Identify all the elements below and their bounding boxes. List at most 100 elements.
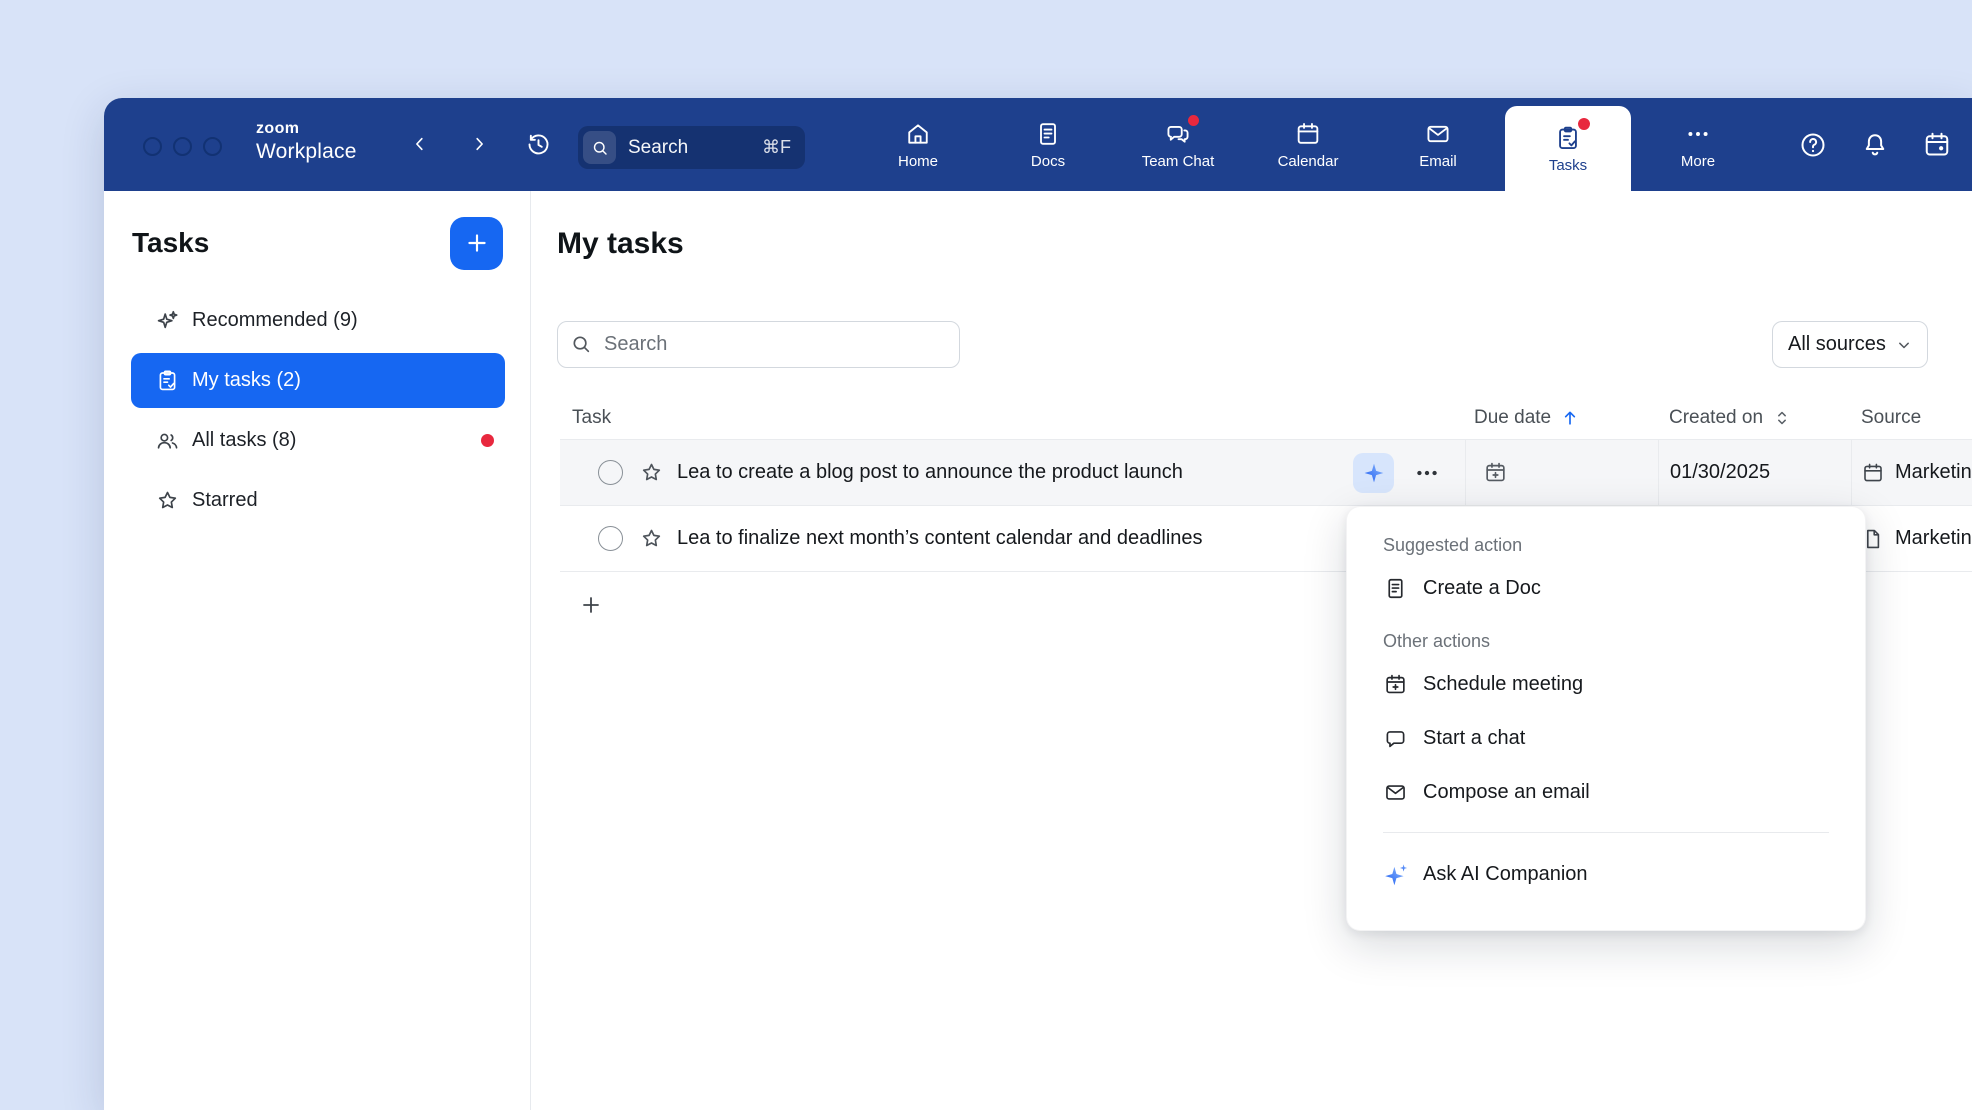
sidebar-item-my-tasks[interactable]: My tasks (2) — [131, 353, 505, 408]
docs-icon — [1034, 120, 1062, 148]
calendar-event-icon — [1922, 130, 1952, 160]
sidebar-item-all-tasks[interactable]: All tasks (8) — [131, 413, 505, 468]
new-task-button[interactable] — [450, 217, 503, 270]
menu-section-other: Other actions — [1347, 625, 1865, 657]
topbar: zoom Workplace Search ⌘F Home — [104, 98, 1972, 191]
sidebar-menu: Recommended (9) My tasks (2) All tasks (… — [131, 293, 505, 533]
forward-button[interactable] — [461, 126, 497, 162]
search-icon — [583, 131, 616, 164]
task-row[interactable]: Lea to create a blog post to announce th… — [560, 440, 1972, 506]
sparkles-icon — [155, 308, 180, 333]
clipboard-check-icon — [155, 368, 180, 393]
email-icon — [1424, 120, 1452, 148]
star-icon — [155, 488, 180, 513]
sidebar-title: Tasks — [132, 227, 209, 259]
workplace-logo-text: Workplace — [256, 140, 357, 163]
tasks-search — [557, 321, 960, 368]
zoom-logo-text: zoom — [256, 120, 357, 138]
task-complete-checkbox[interactable] — [598, 460, 623, 485]
sources-filter-dropdown[interactable]: All sources — [1772, 321, 1928, 368]
menu-item-create-doc[interactable]: Create a Doc — [1347, 561, 1865, 615]
created-on-cell: 01/30/2025 — [1658, 440, 1851, 505]
tasks-icon — [1554, 124, 1582, 152]
chat-bubble-icon — [1383, 726, 1408, 751]
plus-icon — [464, 230, 490, 256]
row-more-button[interactable] — [1412, 458, 1442, 488]
nav-tasks[interactable]: Tasks — [1505, 106, 1631, 191]
column-header-created-on[interactable]: Created on — [1658, 396, 1851, 439]
column-header-task[interactable]: Task — [560, 396, 1465, 439]
add-task-button[interactable] — [574, 588, 608, 622]
nav-docs[interactable]: Docs — [985, 98, 1111, 191]
table-header: Task Due date Created on Source — [560, 396, 1972, 440]
sidebar-item-label: All tasks (8) — [192, 429, 296, 452]
menu-item-schedule-meeting[interactable]: Schedule meeting — [1347, 657, 1865, 711]
calendar-plus-icon — [1483, 460, 1508, 485]
all-tasks-badge — [481, 434, 494, 447]
zoom-workplace-window: zoom Workplace Search ⌘F Home — [104, 98, 1972, 1110]
window-close-button[interactable] — [143, 137, 162, 156]
star-icon[interactable] — [639, 460, 664, 485]
tasks-search-input[interactable] — [557, 321, 960, 368]
page-title: My tasks — [557, 227, 684, 261]
task-title: Lea to create a blog post to announce th… — [677, 461, 1183, 484]
due-date-cell[interactable] — [1465, 440, 1658, 505]
home-icon — [904, 120, 932, 148]
nav-team-chat[interactable]: Team Chat — [1115, 98, 1241, 191]
source-cell: Marketing — [1851, 440, 1972, 505]
menu-item-compose-email[interactable]: Compose an email — [1347, 765, 1865, 819]
bell-icon — [1860, 130, 1890, 160]
calendar-plus-icon — [1383, 672, 1408, 697]
nav-home[interactable]: Home — [855, 98, 981, 191]
sidebar-item-label: Recommended (9) — [192, 309, 358, 332]
primary-nav: Home Docs Team Chat Calendar — [855, 98, 1761, 191]
sidebar-header: Tasks — [132, 215, 503, 271]
ai-companion-button[interactable] — [1353, 453, 1394, 493]
menu-item-ask-ai-companion[interactable]: Ask AI Companion — [1347, 847, 1865, 901]
tasks-sidebar: Tasks Recommended (9) My tasks (2) — [104, 191, 531, 1110]
column-header-due-date[interactable]: Due date — [1465, 396, 1658, 439]
calendar-icon — [1294, 120, 1322, 148]
nav-more[interactable]: More — [1635, 98, 1761, 191]
window-controls — [143, 137, 222, 156]
team-chat-badge — [1188, 115, 1199, 126]
chevron-down-icon — [1894, 335, 1914, 355]
nav-email[interactable]: Email — [1375, 98, 1501, 191]
sidebar-item-starred[interactable]: Starred — [131, 473, 505, 528]
ellipsis-icon — [1414, 460, 1440, 486]
ai-companion-icon — [1383, 862, 1408, 887]
plus-icon — [579, 593, 603, 617]
task-title: Lea to finalize next month’s content cal… — [677, 527, 1203, 550]
envelope-icon — [1383, 780, 1408, 805]
back-button[interactable] — [402, 126, 438, 162]
sidebar-item-recommended[interactable]: Recommended (9) — [131, 293, 505, 348]
history-button[interactable] — [520, 126, 556, 162]
menu-section-suggested: Suggested action — [1347, 529, 1865, 561]
notifications-button[interactable] — [1860, 130, 1890, 160]
sidebar-item-label: My tasks (2) — [192, 369, 301, 392]
menu-item-start-chat[interactable]: Start a chat — [1347, 711, 1865, 765]
doc-icon — [1383, 576, 1408, 601]
ai-actions-menu: Suggested action Create a Doc Other acti… — [1346, 506, 1866, 931]
global-search-placeholder: Search — [628, 137, 688, 159]
task-complete-checkbox[interactable] — [598, 526, 623, 551]
help-icon — [1798, 130, 1828, 160]
ai-companion-icon — [1362, 461, 1386, 485]
help-button[interactable] — [1798, 130, 1828, 160]
source-cell: Marketing — [1851, 506, 1972, 571]
meetings-calendar-button[interactable] — [1922, 130, 1952, 160]
people-icon — [155, 428, 180, 453]
sort-toggle-icon — [1772, 408, 1792, 428]
search-shortcut: ⌘F — [762, 137, 791, 158]
topbar-utility-icons — [1798, 98, 1952, 191]
chevron-right-icon — [468, 133, 490, 155]
more-icon — [1684, 120, 1712, 148]
star-icon[interactable] — [639, 526, 664, 551]
window-maximize-button[interactable] — [203, 137, 222, 156]
nav-calendar[interactable]: Calendar — [1245, 98, 1371, 191]
zoom-workplace-logo: zoom Workplace — [256, 120, 357, 163]
global-search[interactable]: Search ⌘F — [578, 126, 805, 169]
column-header-source[interactable]: Source — [1851, 396, 1972, 439]
chevron-left-icon — [409, 133, 431, 155]
window-minimize-button[interactable] — [173, 137, 192, 156]
